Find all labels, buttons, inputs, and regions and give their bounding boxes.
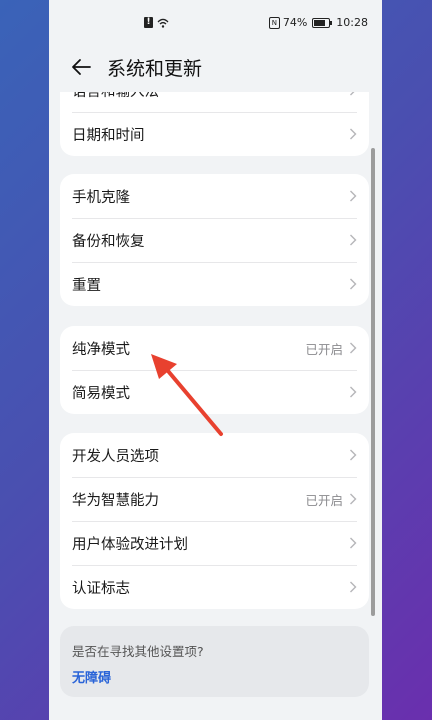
row-label: 开发人员选项 <box>72 448 159 465</box>
nfc-icon: N <box>268 16 280 29</box>
row-status-value: 已开启 <box>305 341 343 357</box>
annotation-arrow-icon <box>151 354 223 436</box>
row-label: 语言和输入法 <box>72 92 159 101</box>
accessibility-link[interactable]: 无障碍 <box>72 667 111 686</box>
row-huawei-ai[interactable]: 华为智慧能力 已开启 <box>60 477 369 521</box>
row-label: 简易模式 <box>72 385 130 402</box>
row-label: 华为智慧能力 <box>72 492 159 509</box>
scrollbar[interactable] <box>371 148 375 616</box>
wifi-icon <box>157 18 169 28</box>
chevron-right-icon <box>350 128 357 140</box>
page-title: 系统和更新 <box>107 57 203 80</box>
status-bar: ! N 74% 10:28 <box>49 0 382 44</box>
row-label: 纯净模式 <box>72 341 130 358</box>
chevron-right-icon <box>350 581 357 593</box>
phone-screen: ! N 74% 10:28 系统和更新 语言和输入法 日期和时间 <box>49 0 382 720</box>
chevron-right-icon <box>350 92 355 96</box>
page-header: 系统和更新 <box>49 44 382 90</box>
battery-icon <box>312 17 333 28</box>
row-phone-clone[interactable]: 手机克隆 <box>60 174 369 218</box>
chevron-right-icon <box>350 342 357 354</box>
row-language-input[interactable]: 语言和输入法 <box>60 92 369 112</box>
search-question: 是否在寻找其他设置项? <box>72 644 204 659</box>
alert-icon: ! <box>144 17 153 28</box>
row-reset[interactable]: 重置 <box>60 262 369 306</box>
chevron-right-icon <box>350 278 357 290</box>
search-suggestion-card: 是否在寻找其他设置项? 无障碍 <box>60 626 369 697</box>
battery-percent: 74% <box>282 16 308 29</box>
settings-group-1: 语言和输入法 日期和时间 <box>60 92 369 156</box>
clock: 10:28 <box>336 16 368 29</box>
row-label: 备份和恢复 <box>72 233 145 250</box>
row-label: 重置 <box>72 277 101 294</box>
chevron-right-icon <box>350 537 357 549</box>
row-label: 日期和时间 <box>72 127 145 144</box>
row-backup-restore[interactable]: 备份和恢复 <box>60 218 369 262</box>
chevron-right-icon <box>350 493 357 505</box>
row-label: 用户体验改进计划 <box>72 536 188 553</box>
row-label: 认证标志 <box>72 580 130 597</box>
settings-group-2: 手机克隆 备份和恢复 重置 <box>60 174 369 306</box>
row-label: 手机克隆 <box>72 189 130 206</box>
back-arrow-icon[interactable] <box>70 56 92 78</box>
row-status-value: 已开启 <box>305 492 343 508</box>
chevron-right-icon <box>350 449 357 461</box>
row-user-experience[interactable]: 用户体验改进计划 <box>60 521 369 565</box>
row-certification-marks[interactable]: 认证标志 <box>60 565 369 609</box>
row-date-time[interactable]: 日期和时间 <box>60 112 369 156</box>
settings-group-4: 开发人员选项 华为智慧能力 已开启 用户体验改进计划 认证标志 <box>60 433 369 609</box>
chevron-right-icon <box>350 386 357 398</box>
chevron-right-icon <box>350 234 357 246</box>
chevron-right-icon <box>350 190 357 202</box>
